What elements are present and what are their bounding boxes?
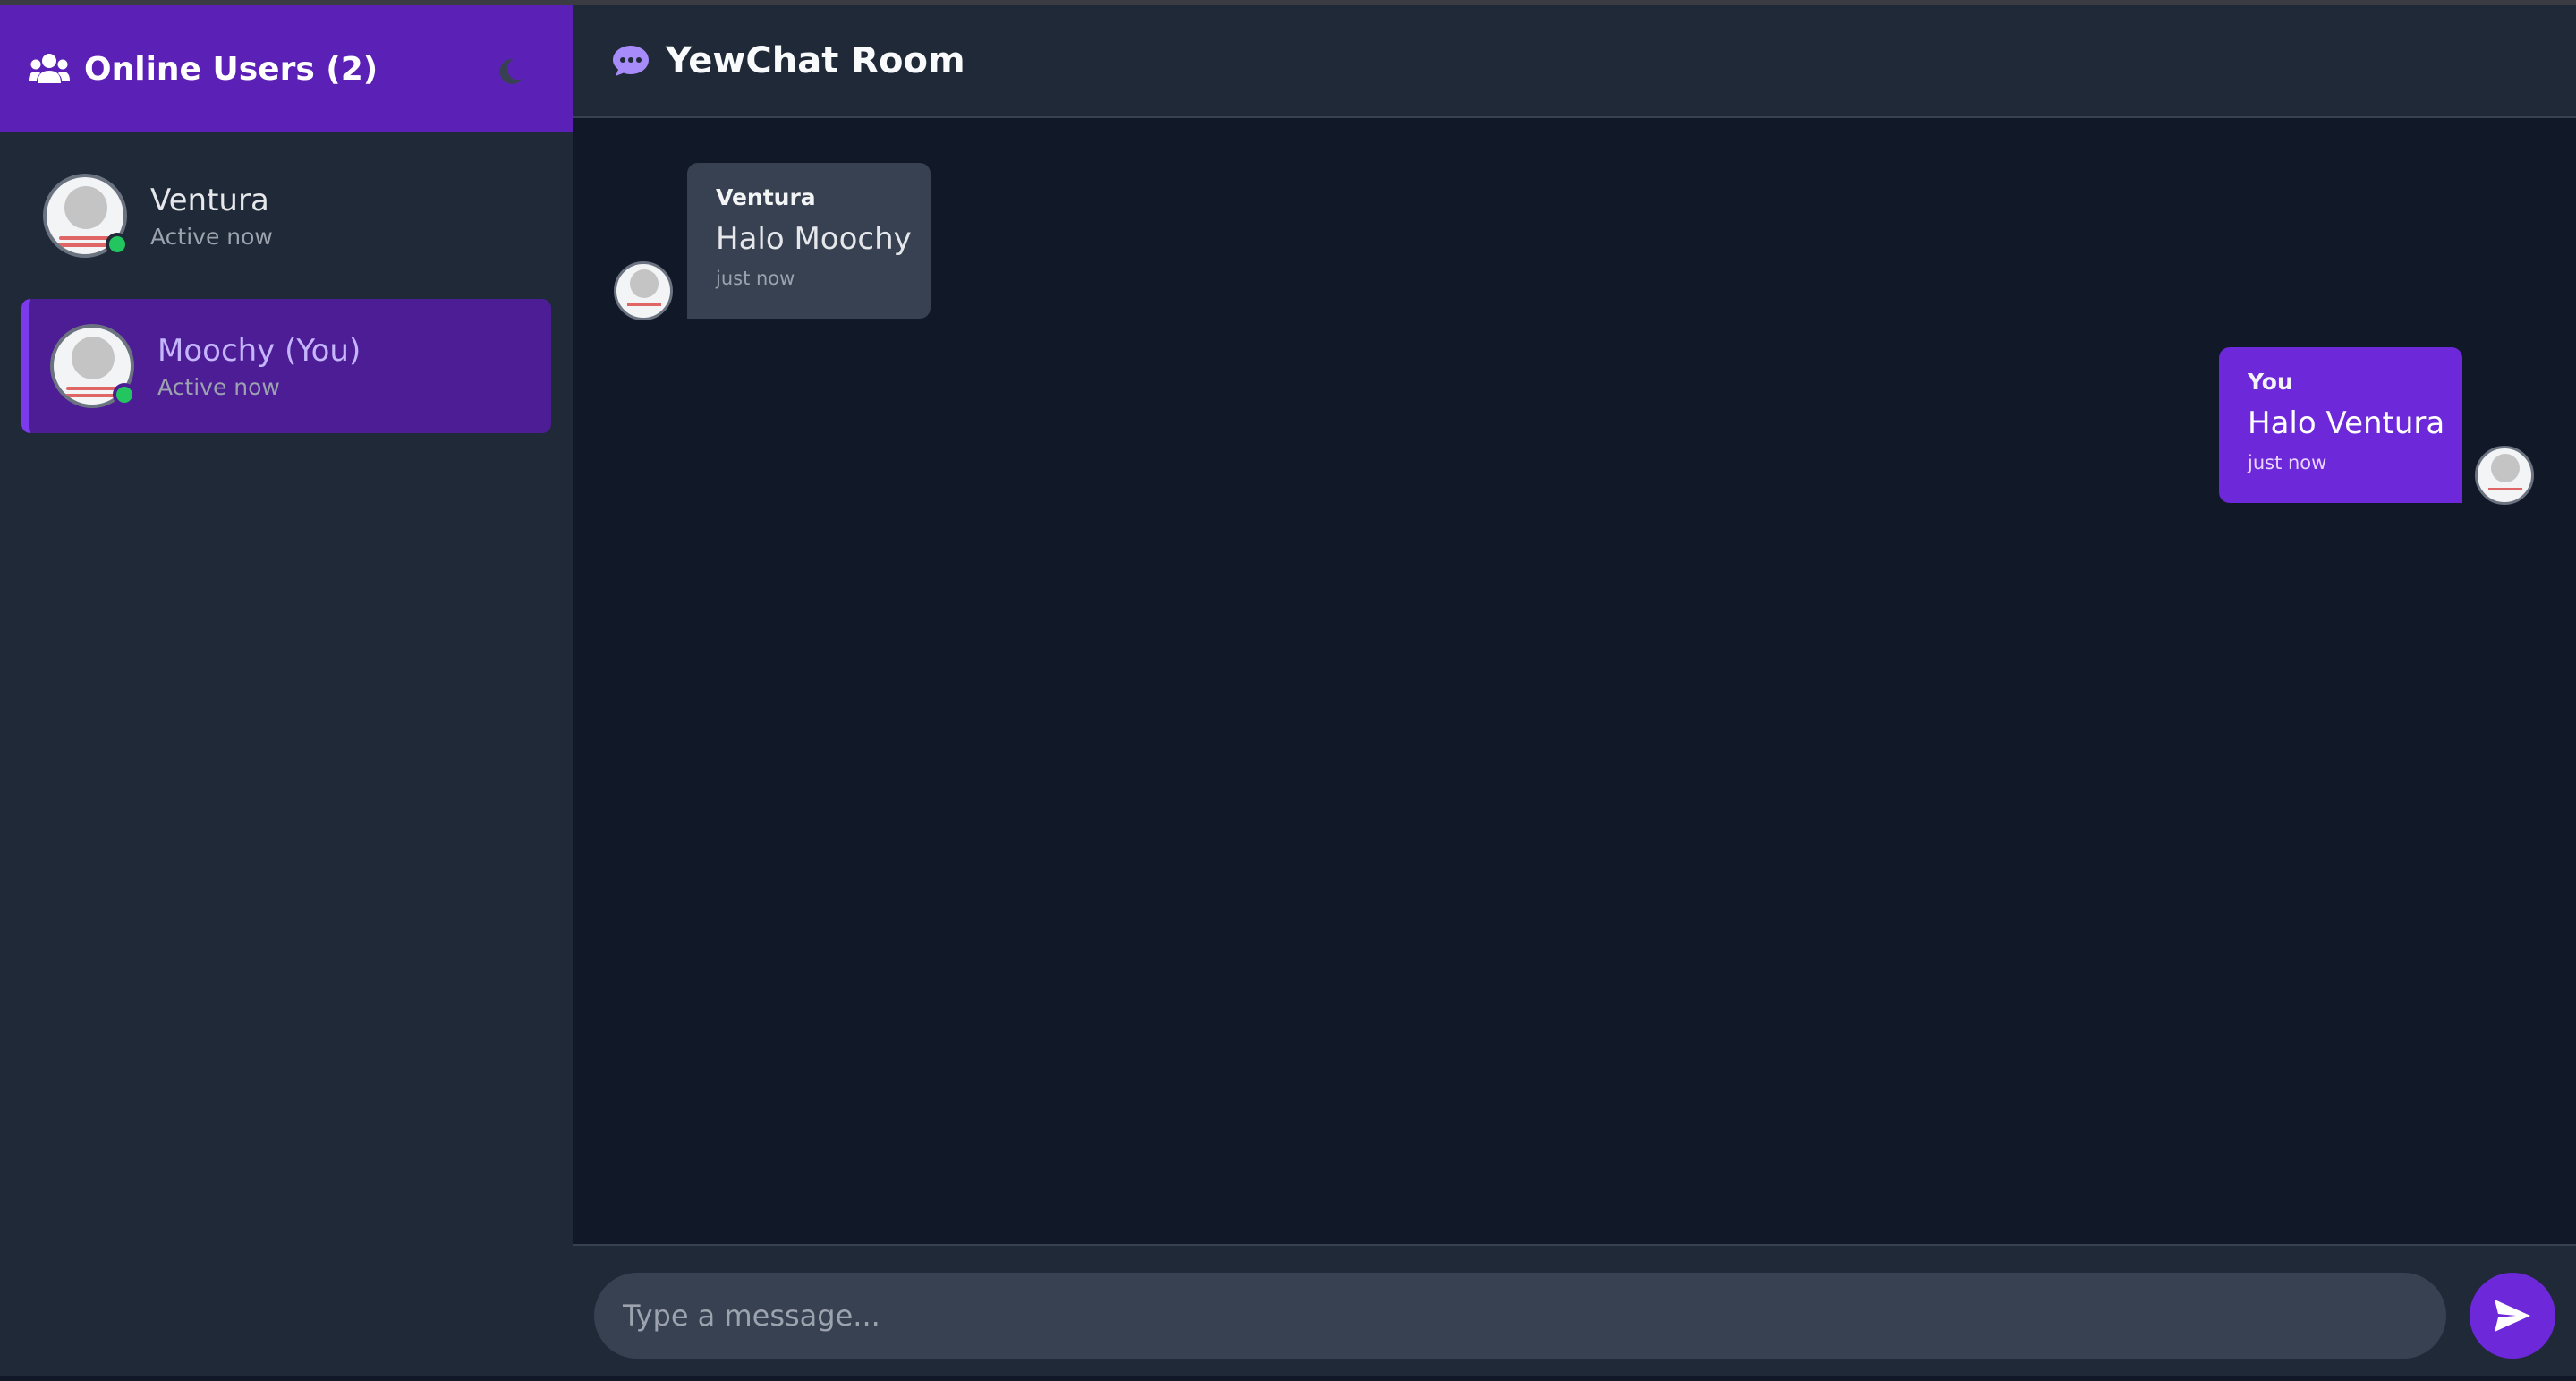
online-status-dot [113, 383, 136, 406]
online-status-dot [106, 233, 129, 256]
user-status: Active now [150, 223, 273, 250]
message-text: Halo Moochy [716, 221, 912, 257]
message-input[interactable] [594, 1273, 2446, 1359]
send-button[interactable] [2470, 1273, 2555, 1359]
online-users-sidebar: Online Users (2) Ventura Active now Mooc… [0, 5, 573, 1376]
user-list-item-moochy[interactable]: Moochy (You) Active now [21, 299, 551, 433]
chat-bubble-icon [613, 46, 649, 76]
message-sender: You [2248, 369, 2293, 395]
message-time: just now [716, 268, 795, 289]
sidebar-title: Online Users (2) [84, 50, 378, 88]
user-status: Active now [157, 373, 280, 400]
avatar [50, 324, 136, 408]
avatar [2475, 446, 2534, 505]
send-icon [2495, 1300, 2530, 1332]
message-text: Halo Ventura [2248, 405, 2445, 441]
message-bubble-incoming: Ventura Halo Moochy just now [687, 163, 931, 319]
chat-main: YewChat Room Ventura Halo Moochy just no… [573, 5, 2576, 1376]
users-icon [29, 54, 70, 83]
message-composer [573, 1244, 2576, 1376]
moon-icon[interactable] [494, 55, 526, 88]
avatar [614, 261, 673, 320]
message-time: just now [2248, 452, 2327, 473]
avatar [43, 174, 129, 258]
chat-room-title: YewChat Room [666, 40, 965, 81]
chat-header: YewChat Room [573, 5, 2576, 118]
sidebar-header: Online Users (2) [0, 5, 573, 132]
user-list-item-ventura[interactable]: Ventura Active now [21, 149, 551, 283]
user-info: Moochy (You) Active now [157, 333, 361, 400]
user-info: Ventura Active now [150, 183, 273, 250]
message-bubble-outgoing: You Halo Ventura just now [2219, 347, 2462, 503]
user-name: Moochy (You) [157, 332, 361, 369]
user-list: Ventura Active now Moochy (You) Active n… [0, 132, 573, 465]
user-name: Ventura [150, 182, 269, 218]
message-sender: Ventura [716, 184, 816, 210]
